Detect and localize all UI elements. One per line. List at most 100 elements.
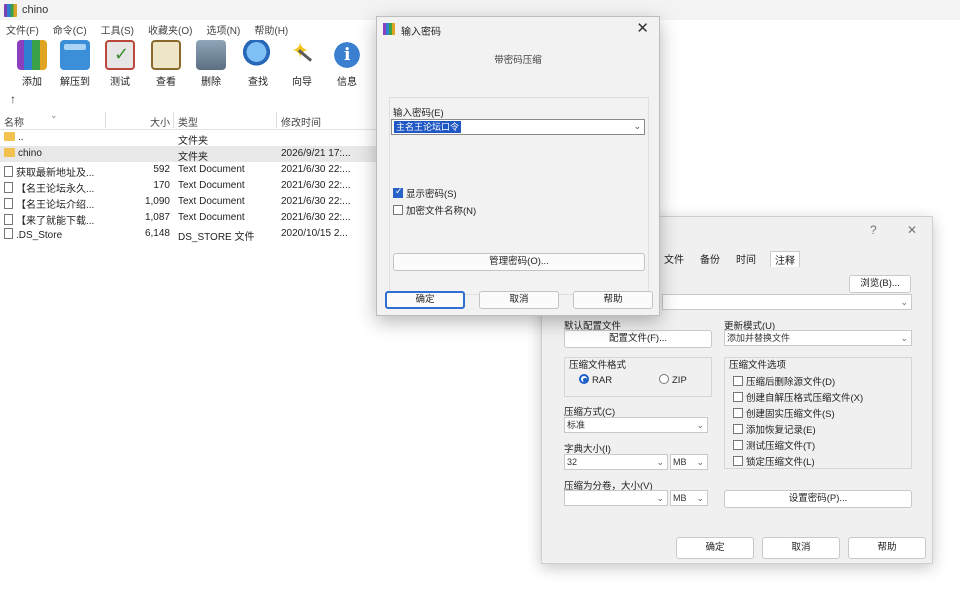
tab-files[interactable]: 文件 — [662, 251, 686, 267]
ok-button[interactable]: 确定 — [676, 537, 754, 559]
add-label: 添加 — [22, 77, 42, 88]
menu-favorites[interactable]: 收藏夹(O) — [148, 22, 192, 37]
method-select[interactable]: 标准 ⌄ — [564, 417, 708, 433]
config-button[interactable]: 配置文件(F)... — [564, 330, 712, 348]
encrypt-filenames-checkbox[interactable]: 加密文件名称(N) — [393, 203, 476, 217]
file-size: 592 — [153, 164, 170, 175]
winrar-logo-icon — [383, 23, 395, 35]
column-type[interactable]: 类型 — [178, 114, 273, 129]
info-button[interactable]: 信息 — [327, 40, 367, 88]
checkbox-icon — [733, 440, 743, 450]
file-modified: 2021/6/30 22:... — [281, 180, 351, 191]
option-label: 锁定压缩文件(L) — [746, 457, 815, 468]
file-modified: 2021/6/30 22:... — [281, 164, 351, 175]
help-button[interactable]: 帮助 — [848, 537, 926, 559]
password-dialog: 输入密码 ✕ 带密码压缩 输入密码(E) 主名王论坛口令 ⌄ 显示密码(S) 加… — [376, 16, 660, 316]
file-modified: 2021/6/30 22:... — [281, 212, 351, 223]
tab-time[interactable]: 时间 — [734, 251, 758, 267]
archive-name-combo[interactable]: ⌄ — [662, 294, 912, 310]
find-button[interactable]: 查找 — [238, 40, 278, 88]
encrypt-filenames-label: 加密文件名称(N) — [406, 206, 477, 217]
format-group: 压缩文件格式 RAR ZIP — [564, 357, 712, 397]
info-icon — [332, 40, 362, 70]
option-lock[interactable]: 锁定压缩文件(L) — [733, 454, 815, 468]
checkbox-icon — [733, 424, 743, 434]
file-type: Text Document — [178, 164, 245, 175]
set-password-button[interactable]: 设置密码(P)... — [724, 490, 912, 508]
add-button[interactable]: 添加 — [12, 40, 52, 88]
option-test[interactable]: 测试压缩文件(T) — [733, 438, 815, 452]
tab-comment[interactable]: 注释 — [770, 251, 800, 267]
chevron-down-icon: ⌄ — [900, 297, 908, 307]
table-row[interactable]: 获取最新地址及... 592 Text Document 2021/6/30 2… — [0, 162, 380, 179]
close-icon[interactable]: ✕ — [907, 223, 917, 237]
menu-commands[interactable]: 命令(C) — [53, 22, 87, 37]
password-input[interactable]: 主名王论坛口令 ⌄ — [391, 119, 645, 135]
menu-help[interactable]: 帮助(H) — [254, 22, 288, 37]
format-zip-label: ZIP — [672, 375, 687, 386]
file-size: 1,090 — [144, 196, 170, 207]
checkbox-icon — [733, 392, 743, 402]
update-mode-select[interactable]: 添加并替换文件 ⌄ — [724, 330, 912, 346]
test-button[interactable]: 测试 — [100, 40, 140, 88]
file-name: .DS_Store — [16, 230, 63, 241]
dict-label: 字典大小(I) — [564, 444, 611, 455]
table-row[interactable]: .. 文件夹 — [0, 130, 380, 147]
menu-options[interactable]: 选项(N) — [206, 22, 240, 37]
delete-button[interactable]: 删除 — [191, 40, 231, 88]
menu-tools[interactable]: 工具(S) — [101, 22, 134, 37]
help-button[interactable]: 帮助 — [573, 291, 653, 309]
column-modified[interactable]: 修改时间 — [281, 114, 361, 129]
tab-backup[interactable]: 备份 — [698, 251, 722, 267]
close-icon[interactable]: ✕ — [636, 19, 649, 37]
folder-up-icon — [4, 132, 15, 141]
option-recovery[interactable]: 添加恢复记录(E) — [733, 422, 816, 436]
ok-button[interactable]: 确定 — [385, 291, 465, 309]
show-password-checkbox[interactable]: 显示密码(S) — [393, 186, 457, 200]
cancel-button[interactable]: 取消 — [762, 537, 840, 559]
magnifier-icon — [243, 40, 273, 70]
table-row[interactable]: 【来了就能下载... 1,087 Text Document 2021/6/30… — [0, 210, 380, 227]
dict-size-select[interactable]: 32 ⌄ — [564, 454, 668, 470]
up-arrow-icon[interactable]: ↑ — [10, 92, 16, 106]
split-unit-select[interactable]: MB ⌄ — [670, 490, 708, 506]
table-row[interactable]: chino 文件夹 2026/9/21 17:... — [0, 146, 380, 163]
column-size[interactable]: 大小 — [110, 114, 170, 129]
method-value: 标准 — [567, 420, 586, 430]
table-row[interactable]: .DS_Store 6,148 DS_STORE 文件 2020/10/15 2… — [0, 226, 380, 243]
file-name: chino — [18, 148, 42, 159]
menu-file[interactable]: 文件(F) — [6, 22, 39, 37]
chevron-down-icon[interactable]: ⌄ — [633, 121, 641, 132]
manage-passwords-button[interactable]: 管理密码(O)... — [393, 253, 645, 271]
document-icon — [4, 228, 13, 239]
table-row[interactable]: 【名王论坛永久... 170 Text Document 2021/6/30 2… — [0, 178, 380, 195]
file-modified: 2021/6/30 22:... — [281, 196, 351, 207]
document-icon — [4, 214, 13, 225]
format-zip-radio[interactable]: ZIP — [659, 374, 687, 386]
split-size-input[interactable]: ⌄ — [564, 490, 668, 506]
format-rar-radio[interactable]: RAR — [579, 374, 612, 386]
file-modified: 2020/10/15 2... — [281, 228, 348, 239]
extract-to-button[interactable]: 解压到 — [55, 40, 95, 88]
wizard-button[interactable]: 向导 — [282, 38, 322, 88]
table-row[interactable]: 【名王论坛介绍... 1,090 Text Document 2021/6/30… — [0, 194, 380, 211]
column-divider[interactable] — [173, 112, 174, 128]
wizard-label: 向导 — [292, 77, 312, 88]
option-solid[interactable]: 创建固实压缩文件(S) — [733, 406, 835, 420]
option-sfx[interactable]: 创建自解压格式压缩文件(X) — [733, 390, 863, 404]
file-modified: 2026/9/21 17:... — [281, 148, 351, 159]
view-book-icon — [151, 40, 181, 70]
magic-wand-icon — [287, 38, 317, 70]
options-group-label: 压缩文件选项 — [729, 360, 787, 371]
browse-button[interactable]: 浏览(B)... — [849, 275, 911, 293]
dict-unit-select[interactable]: MB ⌄ — [670, 454, 708, 470]
view-button[interactable]: 查看 — [146, 40, 186, 88]
column-divider[interactable] — [105, 112, 106, 128]
column-divider[interactable] — [276, 112, 277, 128]
format-group-label: 压缩文件格式 — [569, 360, 627, 371]
radio-icon — [659, 374, 669, 384]
option-delete-after[interactable]: 压缩后删除源文件(D) — [733, 374, 835, 388]
cancel-button[interactable]: 取消 — [479, 291, 559, 309]
help-question-icon[interactable]: ? — [870, 223, 877, 237]
dialog-subtitle: 带密码压缩 — [494, 55, 542, 66]
